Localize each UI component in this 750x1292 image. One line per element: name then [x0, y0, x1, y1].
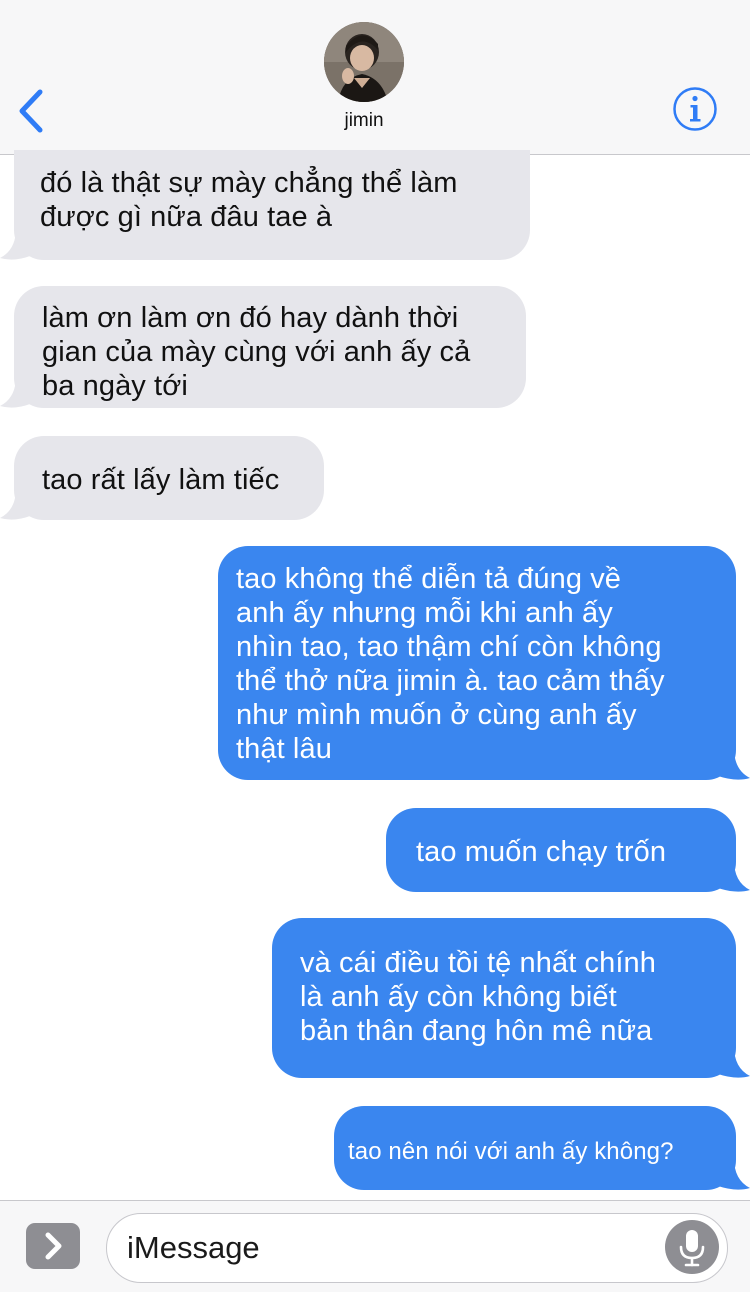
message-bubble-outgoing[interactable]: tao không thể diễn tả đúng về anh ấy như… — [218, 546, 736, 780]
message-bubble-incoming[interactable]: đó là thật sự mày chẳng thể làm được gì … — [14, 150, 530, 260]
message-text: làm ơn làm ơn đó hay dành thời gian của … — [42, 302, 471, 402]
conversation-header: jimin — [0, 0, 750, 155]
dictation-button[interactable] — [665, 1220, 719, 1274]
avatar-photo — [324, 22, 404, 102]
info-button[interactable] — [672, 86, 718, 132]
message-text: tao rất lấy làm tiếc — [42, 464, 280, 496]
bubble-tail — [0, 488, 30, 520]
bubble-tail — [718, 748, 750, 780]
message-text: tao nên nói với anh ấy không? — [348, 1138, 674, 1165]
imessage-input[interactable]: iMessage — [106, 1213, 728, 1283]
message-text: tao muốn chạy trốn — [416, 836, 667, 868]
message-text: đó là thật sự mày chẳng thể làm được gì … — [40, 167, 458, 233]
contact-avatar[interactable] — [324, 22, 404, 102]
expand-apps-button[interactable] — [26, 1223, 80, 1269]
message-bubble-outgoing[interactable]: và cái điều tồi tệ nhất chính là anh ấy … — [272, 918, 736, 1078]
input-placeholder: iMessage — [127, 1230, 260, 1265]
message-text: tao không thể diễn tả đúng về anh ấy như… — [236, 563, 665, 765]
message-bubble-outgoing[interactable]: tao muốn chạy trốn — [386, 808, 736, 892]
bubble-tail — [0, 376, 30, 408]
bubble-tail — [718, 860, 750, 892]
message-bubble-incoming[interactable]: tao rất lấy làm tiếc — [14, 436, 324, 520]
chevron-right-icon — [45, 1232, 62, 1260]
bubble-tail — [718, 1158, 750, 1190]
message-composer: iMessage — [0, 1200, 750, 1292]
bubble-tail — [718, 1046, 750, 1078]
microphone-icon — [679, 1230, 705, 1267]
message-text: và cái điều tồi tệ nhất chính là anh ấy … — [300, 947, 656, 1047]
contact-name[interactable]: jimin — [0, 110, 728, 132]
bubble-tail — [0, 228, 30, 260]
message-bubble-incoming[interactable]: làm ơn làm ơn đó hay dành thời gian của … — [14, 286, 526, 408]
info-icon — [673, 87, 717, 131]
message-bubble-outgoing[interactable]: tao nên nói với anh ấy không? — [334, 1106, 736, 1190]
